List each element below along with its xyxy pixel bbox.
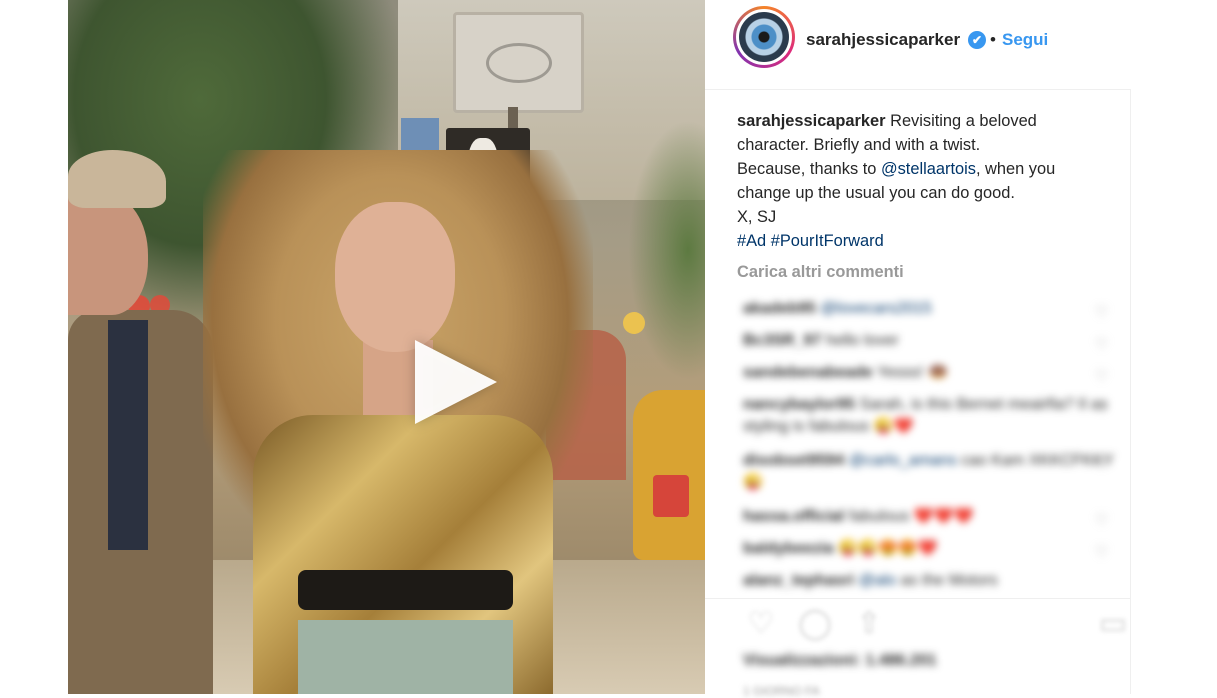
comment-item: nancybaylor95 Sarah, is this Bernet meai… [743, 394, 1123, 450]
taxi [633, 390, 705, 560]
comment-item: hassa.official fabulous ❤️❤️❤️ ♡ [743, 506, 1123, 538]
comment-text: hello lover [825, 332, 899, 349]
comment-username[interactable]: nancybaylor95 [743, 396, 855, 413]
comment-username[interactable]: disobset9594 [743, 452, 844, 469]
video-player[interactable] [68, 0, 705, 694]
comment-mention[interactable]: @alo [859, 572, 897, 589]
post-actions-bar: ♡ ◯ ⇧ ▭ [705, 600, 1131, 650]
post-username[interactable]: sarahjessicaparker [806, 30, 960, 50]
comments-list: akadeb95 @lovecars2015 ♡ Bc3SR_97 hello … [743, 298, 1123, 602]
comment-text: fabulous ❤️❤️❤️ [848, 508, 974, 525]
caption-signoff: X, SJ [737, 208, 777, 226]
comment-username[interactable]: Bc3SR_97 [743, 332, 821, 349]
comment-text: as the Motors [900, 572, 998, 589]
comment-like-icon[interactable]: ♡ [1095, 302, 1113, 321]
hashtag-link[interactable]: #Ad [737, 232, 766, 250]
man-face [68, 195, 148, 315]
save-bookmark-icon[interactable]: ▭ [1095, 606, 1131, 642]
comment-username[interactable]: hassa.official [743, 508, 844, 525]
comment-item: baldybeezia 😜😜😍😍❤️ ♡ [743, 538, 1123, 570]
comment-like-icon[interactable]: ♡ [1095, 542, 1113, 561]
separator-dot: • [990, 30, 996, 49]
comment-username[interactable]: sandebenabeade [743, 364, 873, 381]
share-icon[interactable]: ⇧ [851, 606, 887, 642]
avatar[interactable] [733, 6, 795, 68]
comment-item: sandebenabeade Yesss! 🍩 ♡ [743, 362, 1123, 394]
comment-mention[interactable]: @carlo_amans [849, 452, 957, 469]
avatar-inner [736, 9, 792, 65]
comment-text: Yesss! 🍩 [876, 364, 948, 381]
comment-item: akadeb95 @lovecars2015 ♡ [743, 298, 1123, 330]
mention-link[interactable]: @stellaartois [881, 160, 976, 178]
woman-face [335, 202, 455, 352]
comment-like-icon[interactable]: ♡ [1095, 510, 1113, 529]
comment-mention[interactable]: @lovecars2015 [820, 300, 931, 317]
traffic-light-bokeh [623, 312, 645, 334]
post-header: sarahjessicaparker ✔ • Segui [705, 0, 1131, 86]
eye-avatar-image [739, 12, 789, 62]
actions-divider [705, 598, 1131, 599]
woman-in-gold-dress [203, 150, 593, 694]
black-belt [298, 570, 513, 610]
comment-like-icon[interactable]: ♡ [1095, 398, 1113, 417]
comment-username[interactable]: alanz_tephasri [743, 572, 854, 589]
views-count[interactable]: Visualizzazioni: 1.486.201 [743, 652, 937, 670]
header-divider [705, 89, 1131, 90]
background-tree-right [628, 120, 705, 380]
comment-text: 😜😜😍😍❤️ [838, 540, 938, 557]
comment-like-icon[interactable]: ♡ [1095, 454, 1113, 473]
comment-item: Bc3SR_97 hello lover ♡ [743, 330, 1123, 362]
post-caption: sarahjessicaparker Revisiting a beloved … [737, 109, 1107, 253]
comment-item: disobset9594 @carlo_amans cao Kam XKKCFK… [743, 450, 1123, 506]
load-more-comments-button[interactable]: Carica altri commenti [737, 263, 904, 282]
caption-text: Because, thanks to [737, 160, 881, 178]
man-cap [68, 150, 166, 208]
comment-username[interactable]: akadeb95 [743, 300, 816, 317]
play-icon[interactable] [415, 340, 497, 424]
comment-icon[interactable]: ◯ [797, 606, 833, 642]
comment-username[interactable]: baldybeezia [743, 540, 834, 557]
follow-button[interactable]: Segui [1002, 30, 1048, 50]
hashtag-link[interactable]: #PourItForward [771, 232, 884, 250]
tulle-skirt [298, 620, 513, 694]
man-shirt [108, 320, 148, 550]
street-sign [453, 12, 584, 113]
comment-like-icon[interactable]: ♡ [1095, 366, 1113, 385]
man-in-cap [68, 150, 213, 694]
like-heart-icon[interactable]: ♡ [743, 606, 779, 642]
post-side-panel: sarahjessicaparker ✔ • Segui sarahjessic… [705, 0, 1131, 698]
comment-like-icon[interactable]: ♡ [1095, 334, 1113, 353]
post-date: 1 GIORNO FA [743, 684, 820, 698]
caption-username[interactable]: sarahjessicaparker [737, 112, 886, 130]
verified-badge-icon: ✔ [968, 31, 986, 49]
